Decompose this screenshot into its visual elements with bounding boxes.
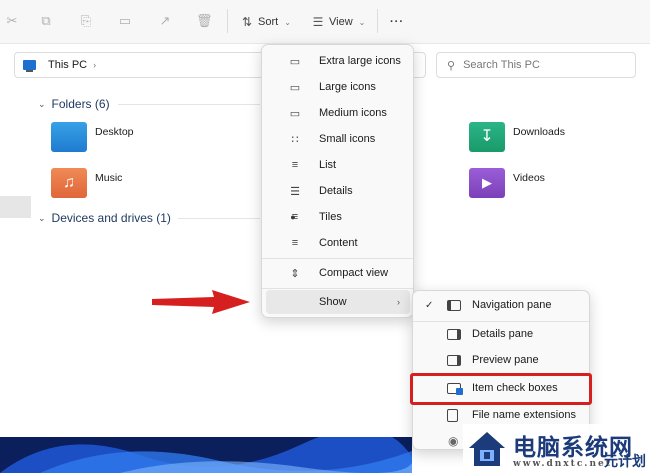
sort-icon: ⇅	[241, 15, 253, 29]
view-icon: ☰	[312, 15, 324, 29]
folder-desktop[interactable]: Desktop	[51, 122, 134, 152]
folders-group-header[interactable]: ⌄ Folders (6)	[38, 97, 110, 111]
menu-divider	[262, 288, 413, 289]
watermark: 电脑系统网 www.dnxtc.net 元计划	[463, 424, 650, 473]
paste-icon[interactable]: ⎘	[78, 13, 94, 29]
chevron-right-icon: ›	[397, 297, 400, 307]
highlight-box	[410, 373, 592, 405]
tiles-icon: ≡	[291, 211, 299, 223]
menu-item-details[interactable]: ☰ Details	[266, 179, 410, 203]
folder-videos[interactable]: ▶ Videos	[469, 168, 545, 198]
menu-divider	[262, 258, 413, 259]
details-pane-icon	[447, 328, 461, 340]
menu-item-medium-icons[interactable]: ▭ Medium icons	[266, 101, 410, 125]
music-folder-icon: ♫	[51, 168, 87, 198]
grid-icon: ∷	[291, 133, 299, 146]
search-input[interactable]: Search This PC	[463, 59, 540, 71]
downloads-folder-icon: ↧	[469, 122, 505, 152]
command-bar: ✂ ⧉ ⎘ ▭ ↗ 🗑 ⇅ Sort ⌄ ☰ View ⌄ ···	[0, 0, 650, 44]
share-icon[interactable]: ↗	[157, 13, 173, 29]
file-icon	[447, 408, 458, 422]
delete-icon[interactable]: 🗑	[196, 13, 213, 29]
videos-folder-icon: ▶	[469, 168, 505, 198]
content-icon: ≡	[291, 237, 299, 249]
sort-button[interactable]: ⇅ Sort ⌄	[240, 12, 291, 32]
monitor-icon: ▭	[289, 107, 301, 120]
preview-pane-icon	[447, 354, 461, 366]
house-logo-icon	[469, 431, 505, 466]
sort-label: Sort	[258, 16, 279, 28]
folder-label: Music	[95, 172, 123, 184]
submenu-item-navigation-pane[interactable]: ✓ Navigation pane	[417, 293, 585, 317]
toolbar-divider	[227, 9, 228, 33]
compact-icon: ⇕	[290, 267, 300, 280]
menu-item-show[interactable]: Show ›	[266, 290, 410, 314]
view-label: View	[329, 16, 353, 28]
rename-icon[interactable]: ▭	[117, 13, 133, 29]
folder-label: Videos	[513, 172, 545, 184]
list-icon: ≡	[291, 159, 299, 171]
details-icon: ☰	[290, 185, 300, 198]
view-button[interactable]: ☰ View ⌄	[311, 12, 366, 32]
monitor-icon: ▭	[289, 55, 301, 68]
drives-group-header[interactable]: ⌄ Devices and drives (1)	[38, 211, 171, 225]
menu-item-list[interactable]: ≡ List	[266, 153, 410, 177]
pc-icon	[23, 60, 36, 72]
chevron-down-icon: ⌄	[358, 17, 366, 27]
search-box[interactable]: ⚲ Search This PC	[436, 52, 636, 78]
chevron-down-icon: ⌄	[38, 212, 46, 223]
menu-item-content[interactable]: ≡ Content	[266, 231, 410, 255]
menu-item-small-icons[interactable]: ∷ Small icons	[266, 127, 410, 151]
menu-item-tiles[interactable]: ● ≡ Tiles	[266, 205, 410, 229]
navigation-pane-icon	[447, 299, 461, 311]
folder-music[interactable]: ♫ Music	[51, 168, 122, 198]
watermark-stamp: 元计划	[604, 454, 646, 470]
desktop-wallpaper	[0, 437, 412, 473]
folders-group-label: Folders (6)	[51, 97, 110, 111]
folder-label: Desktop	[95, 126, 134, 138]
folder-label: Downloads	[513, 126, 565, 138]
view-menu: ▭ Extra large icons ▭ Large icons ▭ Medi…	[261, 44, 414, 318]
folder-downloads[interactable]: ↧ Downloads	[469, 122, 565, 152]
chevron-down-icon: ⌄	[38, 98, 46, 109]
desktop-folder-icon	[51, 122, 87, 152]
menu-item-compact-view[interactable]: ⇕ Compact view	[266, 261, 410, 285]
group-divider	[178, 218, 260, 219]
breadcrumb-this-pc[interactable]: This PC	[48, 59, 87, 71]
submenu-item-details-pane[interactable]: Details pane	[417, 322, 585, 346]
submenu-item-preview-pane[interactable]: Preview pane	[417, 348, 585, 372]
toolbar-divider	[377, 9, 378, 33]
drives-group-label: Devices and drives (1)	[51, 211, 171, 225]
chevron-right-icon: ›	[93, 60, 97, 70]
cut-icon[interactable]: ✂	[4, 13, 20, 29]
menu-item-large-icons[interactable]: ▭ Large icons	[266, 75, 410, 99]
chevron-down-icon: ⌄	[284, 17, 291, 27]
copy-icon[interactable]: ⧉	[38, 13, 54, 29]
nav-pane-selected-item[interactable]	[0, 196, 31, 218]
group-divider	[118, 104, 260, 105]
menu-item-extra-large-icons[interactable]: ▭ Extra large icons	[266, 49, 410, 73]
see-more-button[interactable]: ···	[390, 12, 404, 32]
check-icon: ✓	[425, 299, 434, 311]
search-icon: ⚲	[447, 59, 456, 72]
eye-icon: ◉	[448, 434, 459, 448]
monitor-icon: ▭	[289, 81, 301, 94]
red-arrow-icon	[152, 290, 250, 314]
